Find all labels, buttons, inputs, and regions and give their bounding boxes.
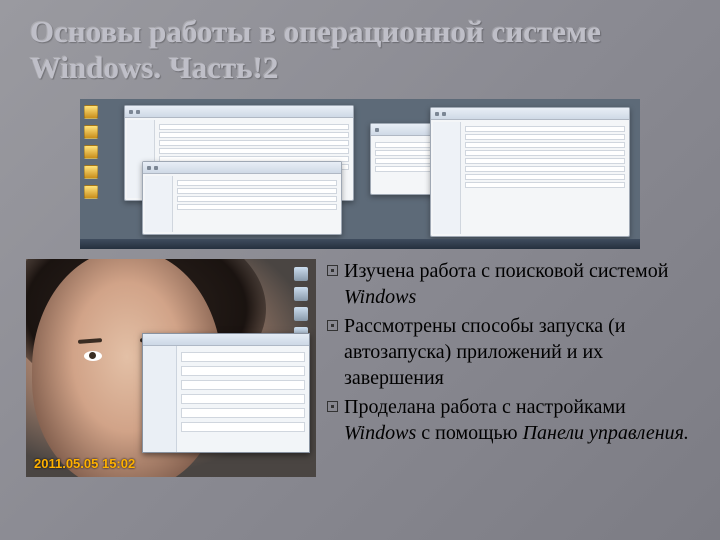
desktop-icon — [294, 307, 308, 321]
webcam-desktop-photo: 2011.05.05 15:02 — [26, 259, 316, 477]
taskbar — [80, 239, 640, 249]
desktop-icon — [294, 267, 308, 281]
bullet-marker — [320, 395, 344, 446]
bullet-marker — [320, 259, 344, 310]
folder-icon — [84, 105, 98, 119]
photo-timestamp: 2011.05.05 15:02 — [34, 456, 135, 471]
folder-icon — [84, 185, 98, 199]
explorer-window — [142, 333, 310, 453]
slide-title: Основы работы в операционной системе Win… — [0, 0, 720, 93]
list-item: Изучена работа с поисковой системой Wind… — [320, 259, 694, 310]
folder-icon — [84, 165, 98, 179]
explorer-window — [142, 161, 342, 235]
bullet-marker — [320, 314, 344, 391]
list-item: Рассмотрены способы запуска (и автозапус… — [320, 314, 694, 391]
list-item: Проделана работа с настройками Windows с… — [320, 395, 694, 446]
bullet-text: Проделана работа с настройками Windows с… — [344, 395, 694, 446]
folder-icon — [84, 125, 98, 139]
folder-icon — [84, 145, 98, 159]
desktop-icons — [84, 105, 114, 245]
bullet-list: Изучена работа с поисковой системой Wind… — [320, 259, 694, 477]
control-panel-window — [430, 107, 630, 237]
screenshot-collage — [80, 99, 640, 249]
desktop-icon — [294, 287, 308, 301]
bullet-text: Рассмотрены способы запуска (и автозапус… — [344, 314, 694, 391]
bullet-text: Изучена работа с поисковой системой Wind… — [344, 259, 694, 310]
